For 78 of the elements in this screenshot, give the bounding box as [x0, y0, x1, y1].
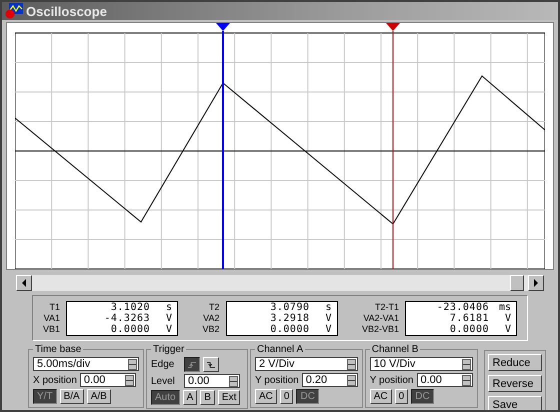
readout-unit: s — [164, 302, 172, 312]
trigger-source-button[interactable]: Auto — [151, 390, 180, 405]
readout-value: 3.0790 — [269, 302, 310, 312]
group-title: Channel B — [370, 344, 420, 355]
volts-per-div-field[interactable]: 2 V/Div — [255, 357, 358, 371]
spinner-arrows-icon[interactable] — [128, 358, 137, 370]
coupling-button[interactable]: DC — [411, 389, 434, 404]
readout-unit: ms — [498, 302, 511, 312]
readout-unit: V — [324, 312, 332, 324]
readout-value: -23.0406 — [436, 302, 490, 312]
readout-unit: V — [324, 324, 332, 334]
y-position-field[interactable]: 0.20 — [302, 373, 358, 387]
x-position-field[interactable]: 0.00 — [80, 373, 136, 387]
readout-unit: s — [324, 302, 332, 312]
field-label: Y position — [255, 374, 299, 386]
spinner-arrows-icon[interactable] — [346, 358, 356, 370]
readout-label: T1 — [50, 302, 60, 312]
field-label: Edge — [151, 359, 176, 370]
coupling-button[interactable]: AC — [255, 389, 277, 404]
horizontal-scrollbar[interactable] — [16, 275, 544, 291]
readout-label: VB1 — [43, 324, 60, 334]
readout-value: 7.6181 — [448, 312, 490, 324]
readout-label: VA1 — [44, 312, 60, 324]
rising-edge-button[interactable] — [184, 357, 200, 372]
scroll-left-button[interactable] — [16, 275, 32, 291]
trigger-source-button[interactable]: A — [182, 390, 198, 405]
coupling-button[interactable]: AC — [370, 389, 392, 404]
cursor-line[interactable] — [386, 23, 400, 269]
falling-edge-icon — [207, 360, 215, 368]
readout-value: 0.0000 — [269, 324, 310, 334]
coupling-button[interactable]: 0 — [280, 389, 294, 404]
spinner-arrows-icon[interactable] — [124, 374, 134, 386]
group-title: Time base — [34, 344, 82, 355]
action-button[interactable]: Reduce — [488, 354, 542, 371]
falling-edge-button[interactable] — [203, 357, 219, 372]
readout-unit: V — [164, 324, 172, 334]
readout-value: 0.0000 — [448, 324, 490, 334]
cursor-line[interactable] — [216, 23, 230, 269]
readout-label: VA2 — [203, 312, 220, 324]
trigger-source-button[interactable]: Ext — [218, 390, 240, 405]
spinner-arrows-icon[interactable] — [346, 374, 356, 386]
field-label: Level — [151, 376, 176, 386]
trigger-level-field[interactable]: 0.00 — [184, 374, 240, 388]
field-label: Y position — [370, 374, 414, 386]
display-mode-button[interactable]: Y/T — [33, 389, 57, 404]
rising-edge-icon — [188, 360, 196, 368]
action-button[interactable]: Reverse — [488, 375, 542, 392]
readout-label: VB2 — [202, 324, 220, 334]
readout-label: T2-T1 — [374, 302, 399, 312]
readout-value: 3.1020 — [110, 302, 152, 312]
scrollbar-thumb[interactable] — [510, 275, 524, 291]
readout-unit: V — [504, 312, 511, 324]
oscilloscope-app-icon — [5, 3, 23, 19]
spinner-arrows-icon[interactable] — [462, 358, 470, 370]
readout-unit: V — [504, 324, 511, 334]
time-base-field[interactable]: 5.00ms/div — [33, 357, 139, 371]
readout-label: VB2-VB1 — [362, 324, 399, 334]
scroll-right-button[interactable] — [528, 275, 544, 291]
coupling-button[interactable]: DC — [296, 389, 319, 404]
readout-label: T2 — [208, 302, 220, 312]
group-title: Channel A — [256, 344, 304, 355]
coupling-button[interactable]: 0 — [394, 389, 408, 404]
readout-unit: V — [164, 312, 172, 324]
spinner-arrows-icon[interactable] — [462, 374, 470, 386]
y-position-field[interactable]: 0.00 — [416, 373, 472, 387]
display-mode-button[interactable]: B/A — [60, 389, 84, 404]
trigger-source-button[interactable]: B — [200, 390, 215, 405]
action-button[interactable]: Save — [488, 396, 542, 410]
window-title: Oscilloscope — [26, 4, 107, 18]
group-title: Trigger — [152, 344, 186, 355]
readout-value: 0.0000 — [110, 324, 152, 334]
readout-value: 3.2918 — [269, 312, 310, 324]
readout-label: VA2-VA1 — [363, 312, 399, 324]
display-mode-button[interactable]: A/B — [86, 389, 111, 404]
readout-value: -4.3263 — [103, 312, 152, 324]
spinner-arrows-icon[interactable] — [229, 376, 238, 386]
volts-per-div-field[interactable]: 10 V/Div — [370, 357, 472, 371]
field-label: X position — [33, 374, 77, 386]
